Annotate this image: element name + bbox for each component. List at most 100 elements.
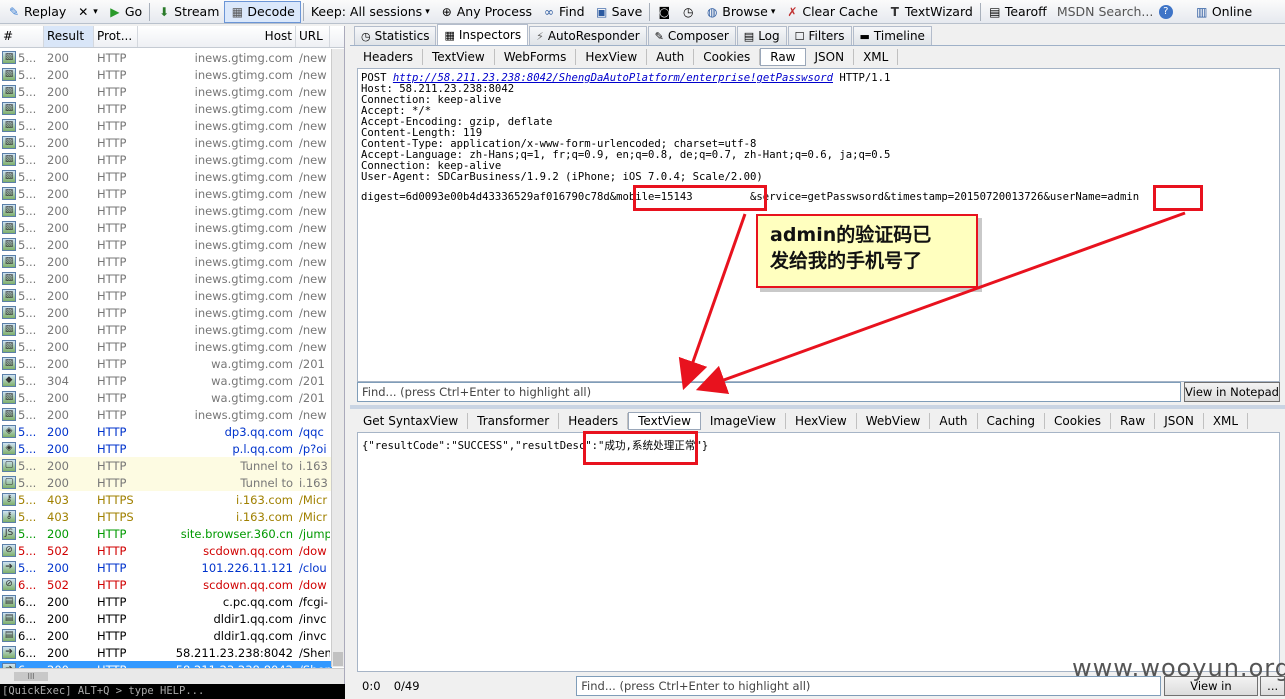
table-row[interactable]: ▧ 5... 200 HTTP inews.gtimg.com/new — [0, 304, 332, 321]
table-row[interactable]: ⊘ 6... 502 HTTP scdown.qq.com/dow — [0, 576, 332, 593]
table-row[interactable]: ▧ 5... 200 HTTP inews.gtimg.com/new — [0, 134, 332, 151]
timer-button[interactable]: ◷ — [676, 1, 700, 23]
tab-auth[interactable]: Auth — [647, 49, 695, 65]
tab-headers[interactable]: Headers — [354, 49, 423, 65]
table-row[interactable]: ▧ 5... 200 HTTP inews.gtimg.com/new — [0, 253, 332, 270]
clear-cache-button[interactable]: ✗ Clear Cache — [780, 1, 883, 23]
table-row[interactable]: ▧ 5... 200 HTTP inews.gtimg.com/new — [0, 202, 332, 219]
tab-json[interactable]: JSON — [1155, 413, 1204, 429]
go-button[interactable]: ▶ Go — [103, 1, 147, 23]
tab-textview[interactable]: TextView — [423, 49, 495, 65]
table-row[interactable]: ▧ 5... 200 HTTP inews.gtimg.com/new — [0, 168, 332, 185]
stream-button[interactable]: ⬇ Stream — [152, 1, 224, 23]
table-row[interactable]: ⊘ 5... 502 HTTP scdown.qq.com/dow — [0, 542, 332, 559]
table-row[interactable]: ▧ 5... 200 HTTP inews.gtimg.com/new — [0, 117, 332, 134]
online-indicator[interactable]: ▥ Online — [1190, 1, 1257, 23]
request-view-notepad-button[interactable]: View in Notepad — [1184, 382, 1280, 402]
browse-button[interactable]: ◍ Browse ▾ — [700, 1, 780, 23]
column-url[interactable]: URL — [296, 26, 330, 47]
tab-statistics[interactable]: ◷ Statistics — [354, 26, 437, 45]
table-row[interactable]: ➔6...200HTTP58.211.23.238:8042/Shen — [0, 644, 332, 661]
table-row[interactable]: ▧ 5... 200 HTTP inews.gtimg.com/new — [0, 66, 332, 83]
textwizard-button[interactable]: T TextWizard — [883, 1, 978, 23]
table-row[interactable]: ▧ 5... 200 HTTP inews.gtimg.com/new — [0, 185, 332, 202]
tab-webview[interactable]: WebView — [857, 413, 931, 429]
tab-webforms[interactable]: WebForms — [495, 49, 577, 65]
tab-imageview[interactable]: ImageView — [701, 413, 786, 429]
keep-sessions-dropdown[interactable]: Keep: All sessions ▾ — [306, 1, 435, 23]
tab-get-syntaxview[interactable]: Get SyntaxView — [354, 413, 469, 429]
tab-autoresponder[interactable]: ⚡ AutoResponder — [529, 26, 647, 45]
table-row[interactable]: ▧ 5... 200 HTTP inews.gtimg.com/new — [0, 321, 332, 338]
tab-hexview[interactable]: HexView — [576, 49, 648, 65]
row-host: inews.gtimg.com — [194, 169, 293, 184]
tab-cookies[interactable]: Cookies — [1045, 413, 1111, 429]
tab-log[interactable]: ▤ Log — [736, 26, 787, 45]
tearoff-button[interactable]: ▤ Tearoff — [983, 1, 1052, 23]
camera-button[interactable]: ◙ — [652, 1, 676, 23]
tab-json[interactable]: JSON — [806, 49, 855, 65]
decode-button[interactable]: ▦ Decode — [224, 0, 301, 23]
tab-composer[interactable]: ✎ Composer — [647, 26, 736, 45]
tab-auth[interactable]: Auth — [930, 413, 978, 429]
table-row[interactable]: ▧ 5... 200 HTTP wa.gtimg.com/201 — [0, 355, 332, 372]
replay-button[interactable]: ✎ Replay — [2, 1, 71, 23]
find-button[interactable]: ∞ Find — [537, 1, 590, 23]
column-host[interactable]: Host — [138, 26, 296, 47]
table-row[interactable]: JS 5... 200 HTTP site.browser.360.cn/jump — [0, 525, 332, 542]
tab-hexview[interactable]: HexView — [786, 413, 857, 429]
table-row[interactable]: ▧ 5... 200 HTTP inews.gtimg.com/new — [0, 406, 332, 423]
table-row[interactable]: ▧ 5... 200 HTTP inews.gtimg.com/new — [0, 219, 332, 236]
tab-transformer[interactable]: Transformer — [468, 413, 560, 429]
table-row[interactable]: ➔ 5... 200 HTTP 101.226.11.121/clou — [0, 559, 332, 576]
tab-caching[interactable]: Caching — [978, 413, 1045, 429]
scroll-thumb[interactable]: III — [14, 672, 48, 681]
tab-textview[interactable]: TextView — [628, 412, 701, 430]
column-result[interactable]: Result — [44, 26, 94, 47]
table-row[interactable]: ▤ 6... 200 HTTP c.pc.qq.com/fcgi- — [0, 593, 332, 610]
msdn-search-input[interactable]: MSDN Search... — [1052, 1, 1154, 23]
help-button[interactable]: ? — [1154, 1, 1178, 23]
tab-inspectors[interactable]: ▦ Inspectors — [437, 24, 529, 45]
table-row[interactable]: ▧ 5... 200 HTTP inews.gtimg.com/new — [0, 100, 332, 117]
column-protocol[interactable]: Prot... — [94, 26, 138, 47]
tab-raw[interactable]: Raw — [760, 48, 806, 66]
quickexec-input[interactable]: [QuickExec] ALT+Q > type HELP... — [0, 684, 345, 699]
session-vertical-scrollbar[interactable] — [331, 49, 344, 667]
remove-button[interactable]: ✕ ▾ — [71, 1, 103, 23]
column-number[interactable]: # — [0, 26, 44, 47]
save-button[interactable]: ▣ Save — [590, 1, 648, 23]
session-horizontal-scrollbar[interactable]: III — [0, 668, 344, 684]
table-row[interactable]: ▧ 5... 200 HTTP inews.gtimg.com/new — [0, 287, 332, 304]
table-row[interactable]: ⚷ 5... 403 HTTPS i.163.com/Micr — [0, 508, 332, 525]
table-row[interactable]: ▢ 5... 200 HTTP Tunnel to i.163 — [0, 474, 332, 491]
tab-filters[interactable]: ☐ Filters — [787, 26, 852, 45]
table-row[interactable]: ▧ 5... 200 HTTP inews.gtimg.com/new — [0, 49, 332, 66]
table-row[interactable]: ▢ 5... 200 HTTP Tunnel to i.163 — [0, 457, 332, 474]
image-icon: ▧ — [2, 153, 16, 166]
table-row[interactable]: ◈ 5... 200 HTTP dp3.qq.com/qqc — [0, 423, 332, 440]
table-row[interactable]: ▧ 5... 200 HTTP inews.gtimg.com/new — [0, 270, 332, 287]
table-row[interactable]: ⚷ 5... 403 HTTPS i.163.com/Micr — [0, 491, 332, 508]
response-body-view[interactable]: {"resultCode":"SUCCESS","resultDesc":"成功… — [357, 432, 1280, 672]
tab-timeline[interactable]: ▬ Timeline — [852, 26, 932, 45]
request-find-input[interactable]: Find... (press Ctrl+Enter to highlight a… — [357, 382, 1181, 402]
table-row[interactable]: ◈ 5... 200 HTTP p.l.qq.com/p?oi — [0, 440, 332, 457]
table-row[interactable]: ▧ 5... 200 HTTP inews.gtimg.com/new — [0, 338, 332, 355]
any-process-button[interactable]: ⊕ Any Process — [435, 1, 537, 23]
request-body: digest=6d0093e00b4d43336529af016790c78d&… — [361, 191, 1140, 203]
table-row[interactable]: ▧ 5... 200 HTTP inews.gtimg.com/new — [0, 151, 332, 168]
tab-xml[interactable]: XML — [1204, 413, 1249, 429]
scroll-thumb[interactable] — [333, 652, 343, 666]
table-row[interactable]: ▤ 6... 200 HTTP dldir1.qq.com/invc — [0, 610, 332, 627]
tab-raw[interactable]: Raw — [1111, 413, 1156, 429]
table-row[interactable]: ◆ 5... 304 HTTP wa.gtimg.com/201 — [0, 372, 332, 389]
tab-xml[interactable]: XML — [854, 49, 899, 65]
tab-headers[interactable]: Headers — [559, 413, 629, 429]
table-row[interactable]: ▧ 5... 200 HTTP inews.gtimg.com/new — [0, 83, 332, 100]
table-row[interactable]: ▤ 6... 200 HTTP dldir1.qq.com/invc — [0, 627, 332, 644]
pane-splitter[interactable] — [350, 405, 1285, 409]
table-row[interactable]: ▧ 5... 200 HTTP inews.gtimg.com/new — [0, 236, 332, 253]
table-row[interactable]: ▧ 5... 200 HTTP wa.gtimg.com/201 — [0, 389, 332, 406]
tab-cookies[interactable]: Cookies — [694, 49, 761, 65]
